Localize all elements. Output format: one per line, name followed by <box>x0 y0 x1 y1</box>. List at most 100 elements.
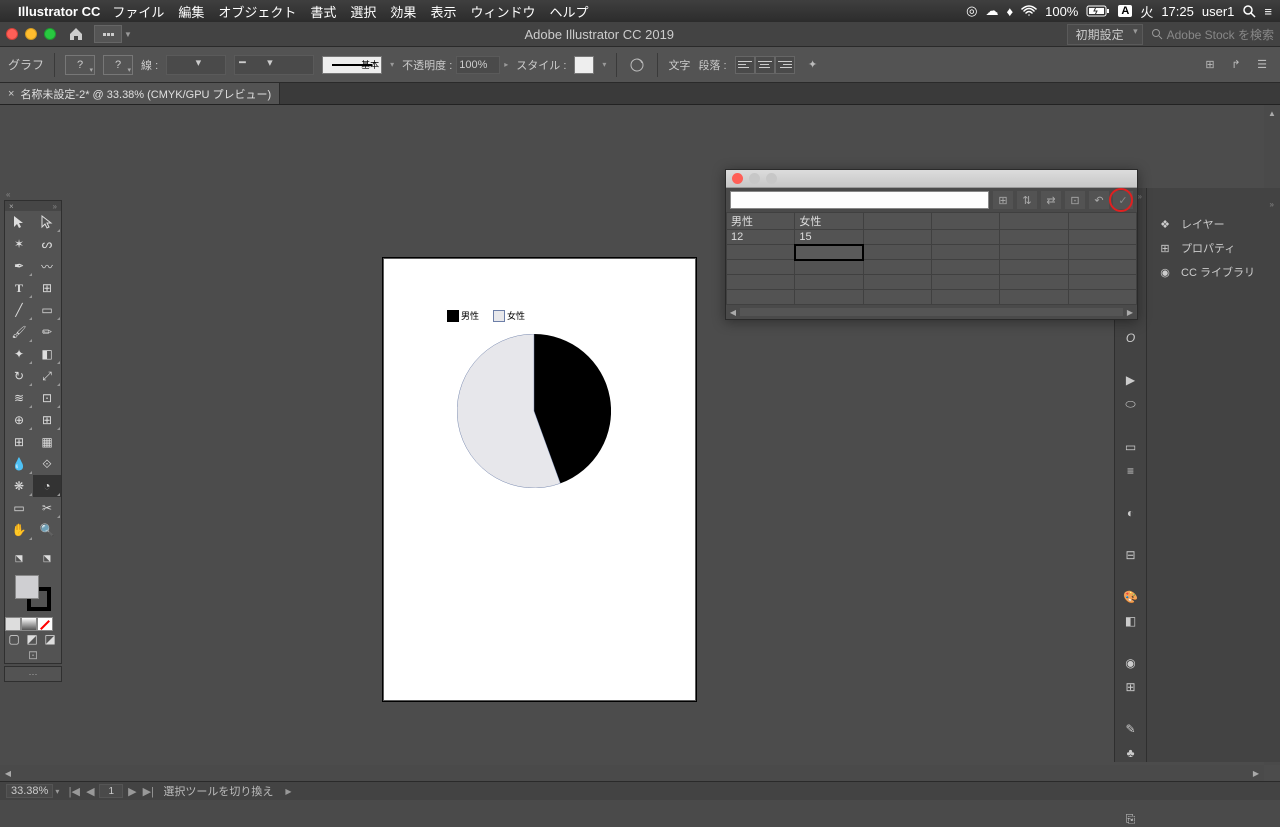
bluetooth-icon[interactable]: ♦ <box>1006 4 1013 19</box>
grid-cell[interactable] <box>1000 230 1068 245</box>
rotate-tool[interactable]: ↻ <box>5 365 33 387</box>
wifi-icon[interactable] <box>1021 5 1037 17</box>
graphic-style-swatch[interactable] <box>574 56 594 74</box>
menu-extras-icon[interactable]: ≡ <box>1264 4 1272 19</box>
zoom-tool[interactable]: 🔍 <box>33 519 61 541</box>
lasso-tool[interactable]: ᔕ <box>33 233 61 255</box>
gradient-icon[interactable]: ◧ <box>1120 614 1142 628</box>
symbol-sprayer-tool[interactable]: ❋ <box>5 475 33 497</box>
transparency-icon[interactable]: ◐ <box>1120 506 1142 520</box>
menu-window[interactable]: ウィンドウ <box>470 2 535 21</box>
cell-style-icon[interactable]: ⊡ <box>1065 191 1085 209</box>
hand-tool[interactable]: ✋ <box>5 519 33 541</box>
panel-minimize-button[interactable] <box>749 173 760 184</box>
clock-day[interactable]: 火 <box>1140 2 1153 21</box>
grid-cell[interactable] <box>727 245 795 260</box>
tool-panel-grip-icon[interactable]: » <box>53 202 57 211</box>
css-export-icon[interactable]: ⎘ <box>1120 812 1142 827</box>
artboards-icon[interactable]: ▭ <box>1120 440 1142 454</box>
workspace-preset-dropdown[interactable]: 初期設定 <box>1067 24 1143 45</box>
grid-cell-current[interactable] <box>795 245 863 260</box>
rectangle-tool[interactable]: ▭ <box>33 299 61 321</box>
shape-builder-tool[interactable]: ⊕ <box>5 409 33 431</box>
swatches-icon[interactable]: ⊞ <box>1120 680 1142 694</box>
brush-tool[interactable]: 🖌 <box>5 321 33 343</box>
touch-type-tool[interactable]: ⊞ <box>33 277 61 299</box>
cc-libraries-panel-button[interactable]: ◉CC ライブラリ <box>1147 260 1280 284</box>
align-icon[interactable]: ⊟ <box>1120 548 1142 562</box>
transform-panel-icon[interactable]: ↱ <box>1226 55 1246 75</box>
window-zoom-button[interactable] <box>44 28 56 40</box>
scroll-right-arrow-icon[interactable]: ▶ <box>1248 765 1264 781</box>
menu-select[interactable]: 選択 <box>350 2 376 21</box>
user-name[interactable]: user1 <box>1202 4 1235 19</box>
opacity-input[interactable] <box>456 56 500 74</box>
apply-check-icon[interactable]: ✓ <box>1113 191 1133 209</box>
horizontal-scrollbar[interactable]: ◀ ▶ <box>0 765 1264 781</box>
panel-menu-icon[interactable]: ☰ <box>1252 55 1272 75</box>
eyedropper-tool[interactable]: 💧 <box>5 453 33 475</box>
revert-icon[interactable]: ↶ <box>1089 191 1109 209</box>
actions-play-icon[interactable]: ▶ <box>1120 373 1142 387</box>
mesh-tool[interactable]: ⊞ <box>5 431 33 453</box>
first-artboard-icon[interactable]: |◀ <box>67 785 81 798</box>
scroll-left-arrow-icon[interactable]: ◀ <box>0 765 16 781</box>
type-tool[interactable]: T <box>5 277 33 299</box>
outer-collapse-icon[interactable]: » <box>1147 196 1280 212</box>
align-left-button[interactable] <box>735 56 755 74</box>
gradient-tool[interactable]: ▦ <box>33 431 61 453</box>
paragraph-link[interactable]: 段落 : <box>698 57 726 73</box>
document-tab[interactable]: × 名称未設定-2* @ 33.38% (CMYK/GPU プレビュー) <box>0 83 280 104</box>
cc-status-icon[interactable]: ◎ <box>966 3 977 19</box>
grid-cell[interactable] <box>863 245 931 260</box>
magic-wand-tool[interactable]: ✶ <box>5 233 33 255</box>
stroke-swatch[interactable]: ?▾ <box>103 55 133 75</box>
window-close-button[interactable] <box>6 28 18 40</box>
menu-edit[interactable]: 編集 <box>178 2 204 21</box>
brush-dropdown[interactable]: 基本 <box>322 56 382 74</box>
grid-cell[interactable] <box>931 213 999 230</box>
opacity-arrow-icon[interactable]: ▸ <box>504 60 508 69</box>
curvature-tool[interactable]: 〰 <box>33 255 61 277</box>
width-tool[interactable]: ≋ <box>5 387 33 409</box>
grid-cell[interactable] <box>1068 213 1136 230</box>
slice-tool[interactable]: ✂ <box>33 497 61 519</box>
align-right-button[interactable] <box>775 56 795 74</box>
transpose-icon[interactable]: ⇅ <box>1017 191 1037 209</box>
grid-cell[interactable]: 女性 <box>795 213 863 230</box>
links-icon[interactable]: ⬭ <box>1120 397 1142 412</box>
color-mode-button[interactable] <box>5 617 21 631</box>
panel-close-button[interactable] <box>732 173 743 184</box>
layers-panel-button[interactable]: ❖レイヤー <box>1147 212 1280 236</box>
zoom-dropdown-icon[interactable]: ▾ <box>55 787 59 796</box>
spotlight-icon[interactable] <box>1242 4 1256 18</box>
menu-type[interactable]: 書式 <box>310 2 336 21</box>
status-menu-icon[interactable]: ▶ <box>285 787 291 796</box>
stock-search[interactable]: Adobe Stock を検索 <box>1151 26 1274 43</box>
hscroll-left-icon[interactable]: ◀ <box>726 308 740 317</box>
menu-view[interactable]: 表示 <box>430 2 456 21</box>
input-source-badge[interactable]: A <box>1118 5 1132 17</box>
perspective-tool[interactable]: ⊞ <box>33 409 61 431</box>
symbols-icon[interactable]: ♣ <box>1120 746 1142 760</box>
grid-cell[interactable] <box>1000 245 1068 260</box>
pie-chart[interactable] <box>457 334 611 488</box>
menu-effect[interactable]: 効果 <box>390 2 416 21</box>
menu-file[interactable]: ファイル <box>112 2 164 21</box>
gradient-mode-button[interactable] <box>21 617 37 631</box>
stroke-panel-icon[interactable]: ≡ <box>1120 464 1142 478</box>
blend-tool[interactable]: ⟐ <box>33 453 61 475</box>
shaper-tool[interactable]: ✦ <box>5 343 33 365</box>
scroll-up-arrow-icon[interactable]: ▲ <box>1264 105 1280 121</box>
strip-collapse-icon[interactable]: » <box>1138 192 1142 201</box>
grid-cell[interactable] <box>931 230 999 245</box>
grid-cell[interactable]: 15 <box>795 230 863 245</box>
grid-cell[interactable] <box>931 245 999 260</box>
appearance-icon[interactable]: ◉ <box>1120 656 1142 670</box>
graph-data-entry-input[interactable] <box>730 191 989 209</box>
last-artboard-icon[interactable]: ▶| <box>141 785 155 798</box>
default-fill-stroke-icon[interactable]: ⬔ <box>33 547 61 569</box>
grid-cell[interactable] <box>1000 213 1068 230</box>
zoom-value[interactable]: 33.38% <box>6 784 53 798</box>
zoom-control[interactable]: 33.38% ▾ <box>6 784 59 798</box>
